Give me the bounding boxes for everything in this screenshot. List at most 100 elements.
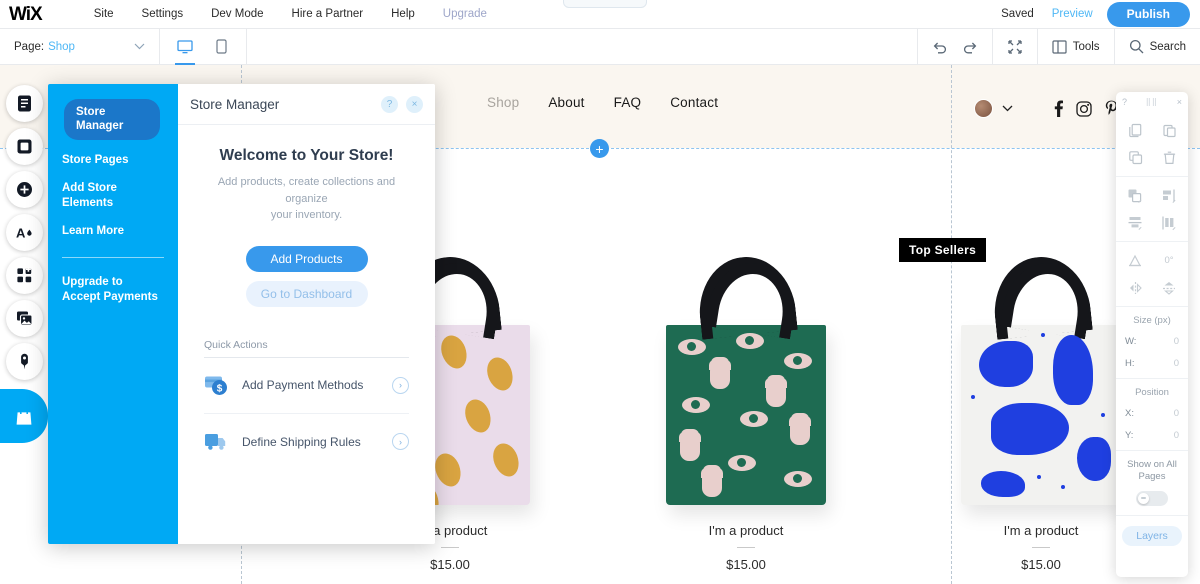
delete-icon[interactable] [1153,146,1185,169]
search-group: Search [1113,28,1200,65]
site-nav-faq[interactable]: FAQ [614,95,642,110]
instagram-icon[interactable] [1076,100,1092,117]
divider [441,547,459,548]
flip-vertical-icon[interactable] [1153,276,1185,299]
x-value[interactable]: 0 [1155,408,1179,419]
distribute-icon[interactable] [1153,211,1185,234]
close-icon[interactable]: × [1177,97,1182,107]
go-to-dashboard-button[interactable]: Go to Dashboard [245,280,368,307]
search-button[interactable]: Search [1129,39,1186,54]
bag-pattern [666,325,826,505]
chevron-down-icon[interactable] [1002,105,1013,112]
search-label: Search [1149,40,1186,53]
site-nav-shop[interactable]: Shop [487,95,519,110]
quick-action-add-payment-methods[interactable]: $ Add Payment Methods › [204,358,409,414]
upgrade-line2: Accept Payments [62,290,158,303]
paste-icon[interactable] [1153,119,1185,142]
store-manager-panel: Store Manager Store Pages Add Store Elem… [48,84,435,544]
sidebar-item-store-manager[interactable]: Store Manager [64,99,160,140]
menu-item-help[interactable]: Help [377,0,429,29]
rotate-icon[interactable] [1119,249,1151,272]
sidebar-item-store[interactable] [0,389,48,443]
search-icon [1129,39,1144,54]
menu-item-hire-a-partner[interactable]: Hire a Partner [278,0,378,29]
arrange-icon[interactable] [1119,184,1151,207]
width-field[interactable]: W: 0 [1116,330,1188,352]
layers-button[interactable]: Layers [1122,525,1182,546]
add-section-button[interactable]: + [590,139,609,158]
tools-icon [1052,39,1067,54]
payment-card-icon: $ [204,373,230,397]
rotation-value[interactable]: 0° [1153,249,1185,272]
site-nav-about[interactable]: About [548,95,584,110]
width-value[interactable]: 0 [1155,336,1179,347]
mobile-view-button[interactable] [208,29,234,65]
copy-icon[interactable] [1119,119,1151,142]
preview-button[interactable]: Preview [1052,8,1093,20]
sidebar-item-store-pages[interactable]: Store Pages [48,146,178,174]
height-field[interactable]: H: 0 [1116,352,1188,374]
avatar[interactable] [974,99,993,118]
sidebar-item-learn-more[interactable]: Learn More [48,217,178,245]
page-selector-label: Page: [14,40,45,53]
site-nav-contact[interactable]: Contact [670,95,718,110]
height-value[interactable]: 0 [1155,358,1179,369]
y-key: Y: [1125,429,1134,441]
sidebar-item-upgrade[interactable]: Upgrade to Accept Payments [48,268,178,311]
quick-action-define-shipping-rules[interactable]: Define Shipping Rules › [204,414,409,470]
tote-bag-blue-blob [961,252,1121,505]
tools-button[interactable]: Tools [1052,39,1100,54]
align-vertical-icon[interactable] [1119,211,1151,234]
menu-item-dev-mode[interactable]: Dev Mode [197,0,277,29]
close-icon[interactable]: × [406,95,423,113]
product-meta: I'm a product $15.00 [606,523,886,572]
y-value[interactable]: 0 [1155,430,1179,441]
section-badge: Top Sellers [899,238,987,262]
redo-icon[interactable] [962,40,978,54]
wix-logo[interactable]: WiX [9,5,43,24]
editor-toolbar: Page: Shop Tools Search [0,28,1200,65]
menus-pages-icon[interactable] [6,85,43,122]
top-menu: Site Settings Dev Mode Hire a Partner He… [80,0,501,29]
site-navigation: Shop About FAQ Contact [487,95,718,110]
show-on-all-pages-line2: Pages [1138,470,1166,482]
zoom-out-icon[interactable] [1007,39,1023,55]
help-icon[interactable]: ? [381,95,398,113]
product-card[interactable]: I'm a product $15.00 [606,215,886,572]
site-design-icon[interactable]: A [6,214,43,251]
show-on-all-pages-toggle[interactable] [1136,490,1168,506]
add-elements-icon[interactable] [6,171,43,208]
page-selector[interactable]: Page: Shop [0,28,160,65]
position-fields: Position X: 0 Y: 0 [1116,379,1188,451]
desktop-view-button[interactable] [172,29,198,65]
arrange-actions [1116,177,1188,242]
publish-button[interactable]: Publish [1106,1,1190,27]
menu-item-settings[interactable]: Settings [128,0,198,29]
menu-item-site[interactable]: Site [80,0,128,29]
media-icon[interactable] [6,300,43,337]
help-icon[interactable]: ? [1122,97,1127,107]
top-center-handle[interactable] [563,0,647,8]
sidebar-item-add-store-elements[interactable]: Add Store Elements [48,174,178,217]
menu-item-upgrade[interactable]: Upgrade [429,0,501,29]
welcome-subtitle-line2: your inventory. [270,209,343,221]
divider [62,257,164,259]
duplicate-icon[interactable] [1119,146,1151,169]
content-manager-icon[interactable] [6,343,43,380]
facebook-icon[interactable] [1054,100,1063,117]
y-field[interactable]: Y: 0 [1116,424,1188,446]
zoom-out-group [991,28,1037,65]
flip-horizontal-icon[interactable] [1119,276,1151,299]
add-products-button[interactable]: Add Products [245,245,368,272]
align-horizontal-icon[interactable] [1153,184,1185,207]
product-price: $15.00 [430,557,470,572]
social-icons [1054,100,1118,117]
undo-icon[interactable] [932,40,948,54]
size-label: Size (px) [1133,315,1171,326]
sections-icon[interactable] [6,128,43,165]
x-field[interactable]: X: 0 [1116,402,1188,424]
store-manager-header: Store Manager ? × [178,84,435,125]
app-market-icon[interactable] [6,257,43,294]
drag-grip-icon[interactable]: ⣿⣿ [1146,98,1158,106]
store-manager-content: Store Manager ? × Welcome to Your Store!… [178,84,435,544]
